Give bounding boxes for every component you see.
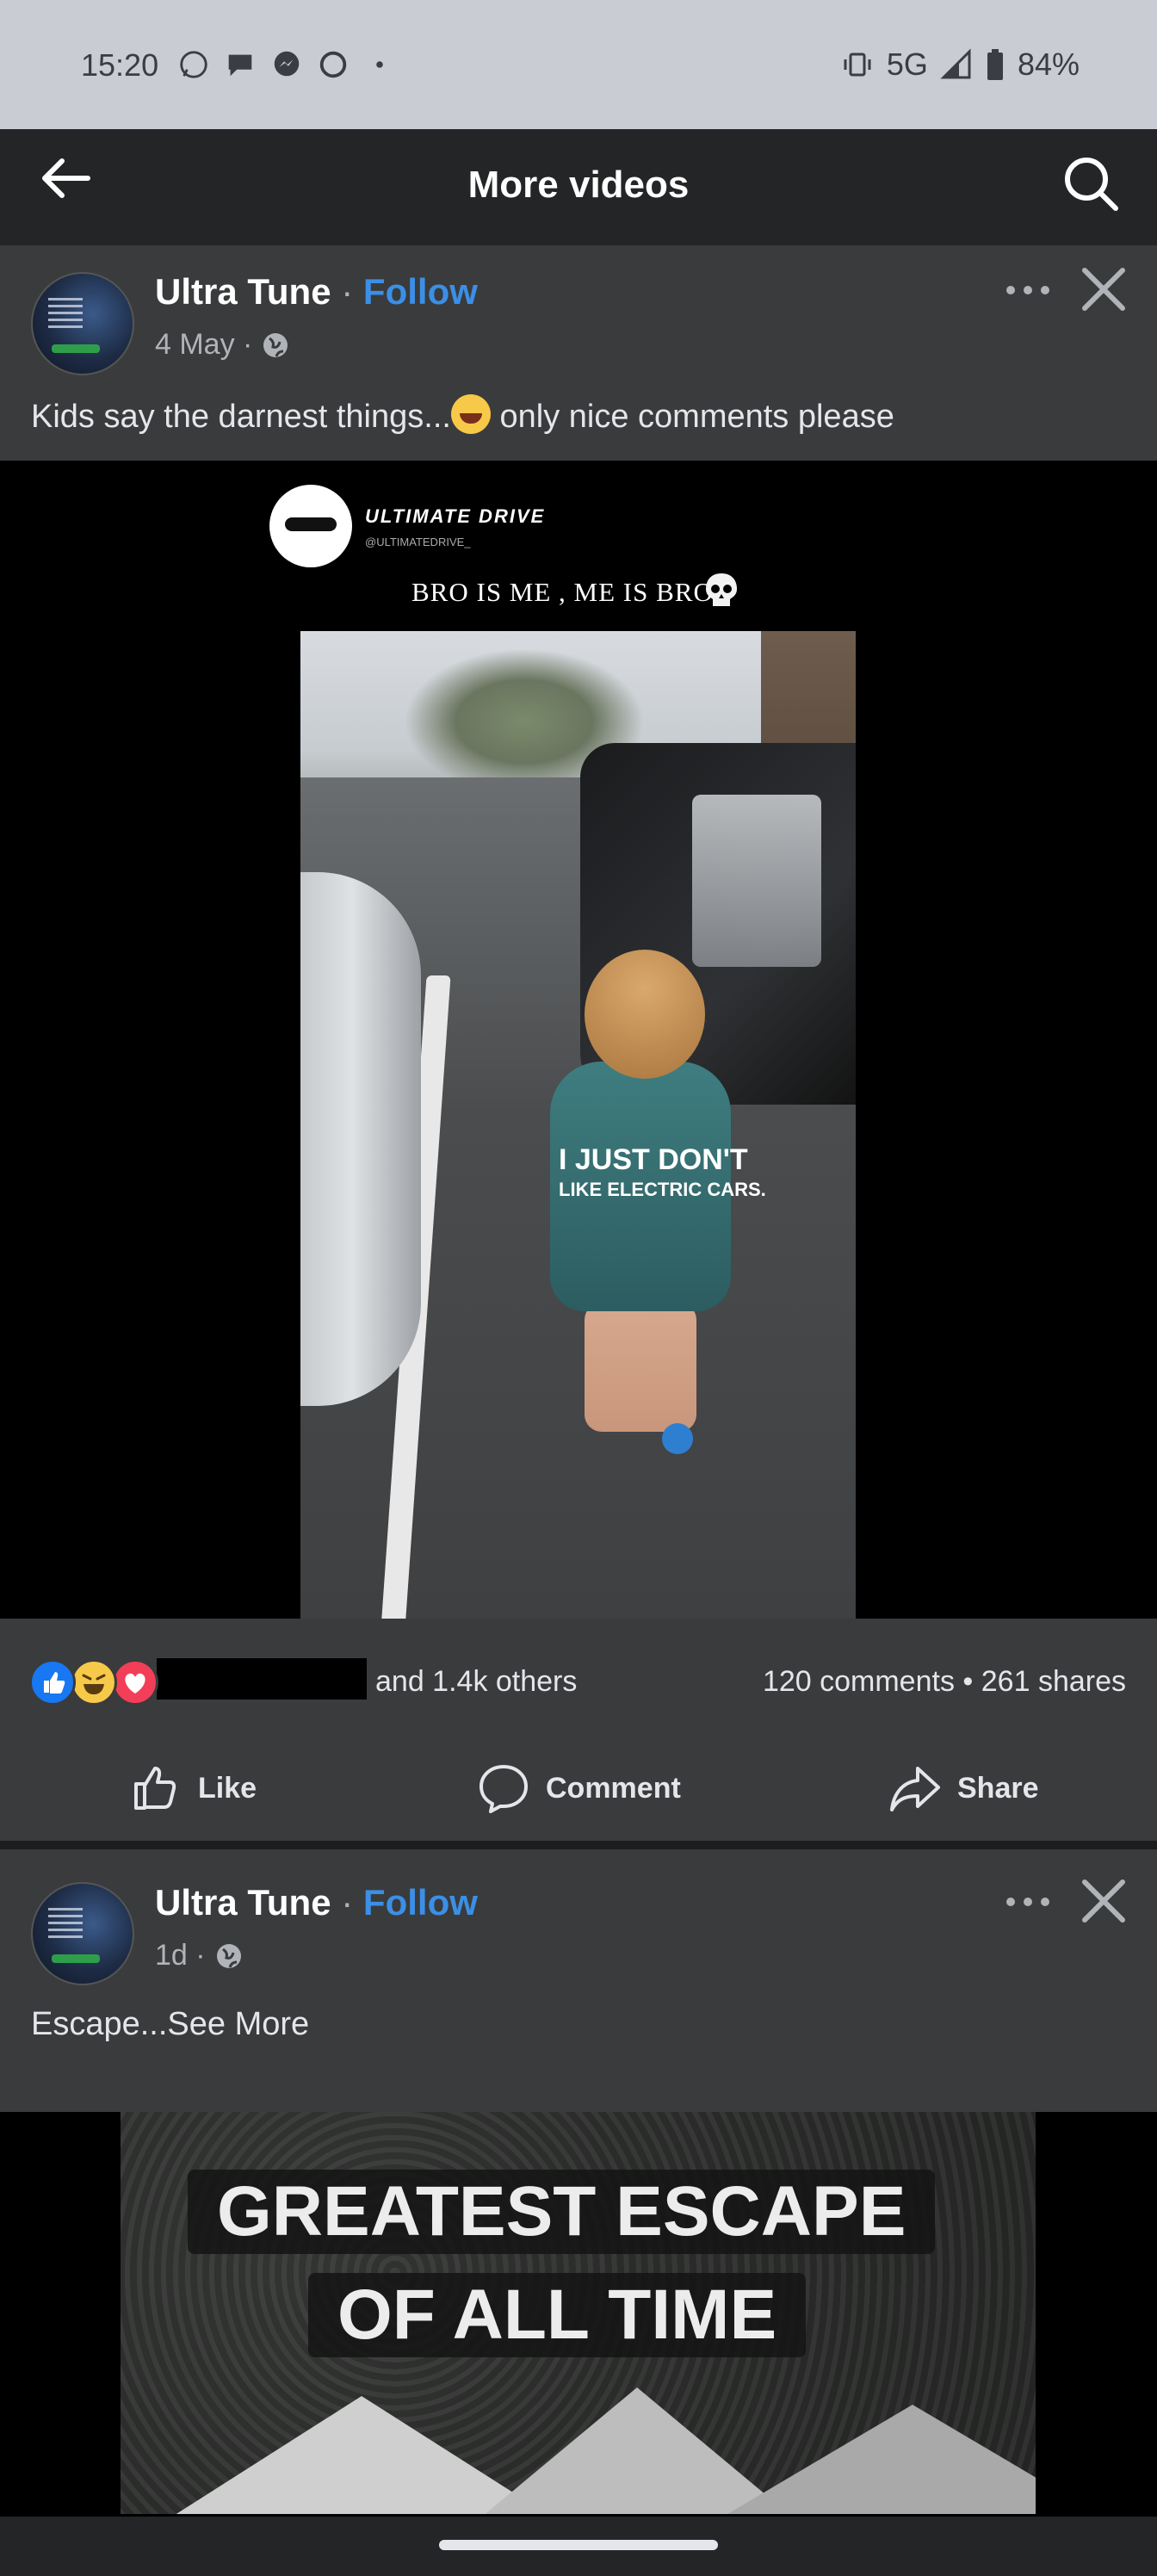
post-meta: 1d · [155, 1939, 244, 1972]
page-title: More videos [467, 164, 690, 206]
comment-button[interactable]: Comment [477, 1758, 681, 1818]
follow-button[interactable]: Follow [363, 1882, 478, 1923]
search-icon[interactable] [1061, 153, 1121, 214]
battery-icon [987, 49, 1003, 80]
network-label: 5G [886, 46, 928, 82]
like-label: Like [198, 1771, 257, 1805]
brand-logo-icon [269, 485, 352, 567]
shirt-text-line1: I JUST DON'T [559, 1143, 748, 1176]
video-brand-name: ULTIMATE DRIVE [365, 505, 546, 527]
author-name[interactable]: Ultra Tune [155, 271, 331, 312]
more-options-icon[interactable] [1002, 282, 1054, 299]
post-author-line: Ultra Tune · Follow [155, 1882, 478, 1923]
avatar[interactable] [31, 1882, 134, 1985]
comment-label: Comment [546, 1771, 681, 1805]
post-caption: Kids say the darnest things... only nice… [31, 394, 894, 436]
status-bar: 15:20 5G 84% [0, 0, 1157, 129]
share-count[interactable]: 261 shares [981, 1665, 1126, 1698]
share-arrow-icon [890, 1767, 940, 1811]
share-button[interactable]: Share [888, 1758, 1039, 1818]
back-arrow-icon[interactable] [38, 157, 93, 200]
signal-icon [940, 48, 971, 79]
post-caption: Escape...See More [31, 2006, 309, 2043]
caption-text-start: Kids say the darnest things... [31, 399, 451, 435]
whatsapp-icon [180, 51, 207, 78]
vibrate-icon [844, 53, 871, 77]
love-reaction-icon [112, 1659, 158, 1706]
laughing-emoji-icon [450, 394, 491, 434]
top-nav-bar: More videos [0, 129, 1157, 245]
counts-separator: • [962, 1665, 981, 1698]
shirt-text-line2: LIKE ELECTRIC CARS. [559, 1179, 766, 1200]
video-title-line2: OF ALL TIME [308, 2273, 807, 2357]
globe-icon [263, 332, 288, 357]
share-label: Share [957, 1771, 1039, 1805]
globe-icon [216, 1943, 241, 1968]
circle-icon [319, 51, 347, 78]
like-reaction-icon [29, 1659, 76, 1706]
post-date[interactable]: 4 May · [155, 328, 252, 362]
messenger-icon [274, 51, 300, 77]
close-icon[interactable] [1078, 263, 1129, 315]
author-separator: · [341, 271, 354, 312]
follow-button[interactable]: Follow [363, 271, 478, 312]
battery-percent: 84% [1017, 46, 1080, 82]
skull-icon [706, 573, 737, 606]
video-frame: I JUST DON'T LIKE ELECTRIC CARS. [300, 631, 856, 1619]
like-button[interactable]: Like [129, 1758, 257, 1818]
comment-icon [480, 1765, 528, 1813]
dot-icon [376, 61, 383, 68]
video-brand-handle: @ULTIMATEDRIVE_ [365, 536, 471, 548]
avatar[interactable] [31, 272, 134, 375]
video-overlay-title: BRO IS ME , ME IS BRO [411, 577, 714, 607]
thumbs-up-icon [134, 1767, 176, 1810]
post-meta: 4 May · [155, 328, 290, 362]
reaction-others[interactable]: and 1.4k others [375, 1665, 577, 1699]
see-more-link[interactable]: See More [167, 2006, 309, 2042]
status-time: 15:20 [81, 47, 159, 83]
video-title-line1: GREATEST ESCAPE [188, 2170, 936, 2254]
post-author-line: Ultra Tune · Follow [155, 271, 478, 313]
close-icon[interactable] [1078, 1875, 1129, 1927]
more-options-icon[interactable] [1002, 1893, 1054, 1910]
chat-icon [228, 54, 252, 77]
home-indicator[interactable] [439, 2540, 718, 2550]
haha-reaction-icon [71, 1659, 117, 1706]
post-counts: 120 comments • 261 shares [763, 1665, 1126, 1699]
caption-text: Escape... [31, 2006, 168, 2042]
post-date[interactable]: 1d · [155, 1939, 206, 1972]
author-separator: · [341, 1882, 354, 1923]
post-divider [0, 1841, 1157, 1849]
reaction-icons[interactable] [29, 1659, 158, 1706]
author-name[interactable]: Ultra Tune [155, 1882, 331, 1923]
comment-count[interactable]: 120 comments [763, 1665, 955, 1698]
caption-text-end: only nice comments please [490, 399, 894, 435]
redacted-names [157, 1658, 367, 1700]
